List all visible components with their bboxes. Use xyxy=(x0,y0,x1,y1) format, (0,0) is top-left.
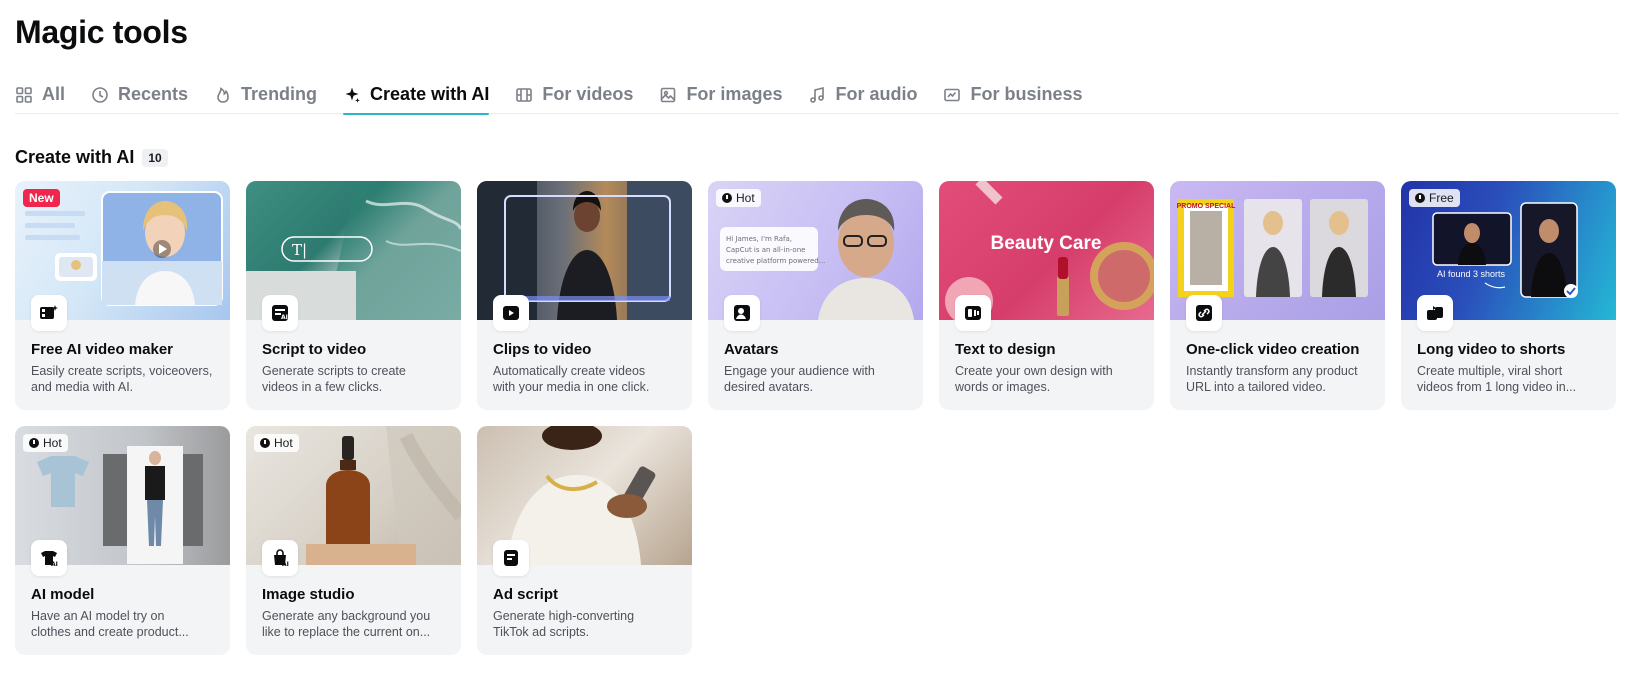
avatar-icon xyxy=(724,295,760,331)
tab-label: Recents xyxy=(118,84,189,104)
music-icon xyxy=(808,86,826,104)
svg-text:creative platform powered...: creative platform powered... xyxy=(726,257,825,265)
film-icon xyxy=(515,86,533,104)
tool-card-free-ai-video-maker[interactable]: New Free AI video maker Easily create sc… xyxy=(15,181,230,410)
tab-for-audio[interactable]: For audio xyxy=(808,76,917,113)
document-icon xyxy=(493,540,529,576)
text-design-icon xyxy=(955,295,991,331)
tab-label: For business xyxy=(970,84,1083,104)
sparkle-icon xyxy=(343,86,361,104)
grid-icon xyxy=(15,86,33,104)
section-title: Create with AI xyxy=(15,147,135,167)
tab-create-with-ai[interactable]: Create with AI xyxy=(343,76,490,115)
page-title: Magic tools xyxy=(15,14,188,50)
card-description: Create your own design with words or imag… xyxy=(955,364,1113,394)
hot-badge: Hot xyxy=(254,434,299,452)
flame-icon xyxy=(214,86,232,104)
card-title: AI model xyxy=(31,586,95,603)
shorts-icon xyxy=(1417,295,1453,331)
tab-trending[interactable]: Trending xyxy=(214,76,317,113)
tab-label: Create with AI xyxy=(370,84,490,104)
card-description: Generate scripts to create videos in a fe… xyxy=(262,364,406,394)
shirt-ai-icon: AI xyxy=(31,540,67,576)
svg-text:Beauty Care: Beauty Care xyxy=(991,233,1102,254)
svg-text:Hi James, I'm Rafa,: Hi James, I'm Rafa, xyxy=(726,235,792,243)
hot-badge: Hot xyxy=(716,189,761,207)
link-video-icon xyxy=(1186,295,1222,331)
card-description: Easily create scripts, voiceovers, and me… xyxy=(31,364,213,394)
clips-icon xyxy=(493,295,529,331)
tab-label: For images xyxy=(686,84,783,104)
tab-label: For audio xyxy=(835,84,918,104)
tab-recents[interactable]: Recents xyxy=(91,76,188,113)
card-description: Instantly transform any product URL into … xyxy=(1186,364,1358,394)
card-title: Clips to video xyxy=(493,341,592,358)
business-icon xyxy=(943,86,961,104)
svg-text:CapCut is an all-in-one: CapCut is an all-in-one xyxy=(726,246,805,254)
tab-for-videos[interactable]: For videos xyxy=(515,76,633,113)
tab-all[interactable]: All xyxy=(15,76,65,113)
svg-text:AI: AI xyxy=(281,314,288,321)
tool-card-clips-to-video[interactable]: Clips to video Automatically create vide… xyxy=(477,181,692,410)
clock-icon xyxy=(91,86,109,104)
svg-text:T|: T| xyxy=(292,241,307,259)
tool-card-image-studio[interactable]: Hot AI Image studio Generate any backgro… xyxy=(246,426,461,655)
card-title: Free AI video maker xyxy=(31,341,174,358)
script-ai-icon: AI xyxy=(262,295,298,331)
tool-card-script-to-video[interactable]: T| AI Script to video Generate scripts t… xyxy=(246,181,461,410)
card-title: Text to design xyxy=(955,341,1056,358)
tab-label: For videos xyxy=(542,84,634,104)
card-title: Ad script xyxy=(493,586,559,603)
hot-badge: Hot xyxy=(23,434,68,452)
card-description: Generate high-converting TikTok ad script… xyxy=(493,609,635,639)
card-title: Image studio xyxy=(262,586,355,603)
card-description: Have an AI model try on clothes and creat… xyxy=(31,609,189,639)
card-description: Create multiple, viral short videos from … xyxy=(1417,364,1577,394)
tool-card-ad-script[interactable]: Ad script Generate high-converting TikTok… xyxy=(477,426,692,655)
tab-label: Trending xyxy=(241,84,318,104)
card-description: Generate any background you like to repla… xyxy=(262,609,431,639)
video-magic-icon xyxy=(31,295,67,331)
card-description: Engage your audience with desired avatars… xyxy=(724,364,875,394)
tab-for-business[interactable]: For business xyxy=(943,76,1083,113)
tool-card-long-video-to-shorts[interactable]: AI found 3 shorts Free Long video to sho… xyxy=(1401,181,1616,410)
new-badge: New xyxy=(23,189,60,207)
tools-grid: New Free AI video maker Easily create sc… xyxy=(15,181,1619,655)
card-title: Long video to shorts xyxy=(1417,341,1566,358)
tab-for-images[interactable]: For images xyxy=(659,76,782,113)
free-badge: Free xyxy=(1409,189,1460,207)
bag-ai-icon: AI xyxy=(262,540,298,576)
svg-text:AI found 3 shorts: AI found 3 shorts xyxy=(1437,269,1506,279)
tool-card-ai-model[interactable]: Hot AI AI model Have an AI model try on c… xyxy=(15,426,230,655)
card-title: One-click video creation xyxy=(1186,341,1360,358)
svg-text:PROMO SPECIAL: PROMO SPECIAL xyxy=(1177,203,1236,210)
section-count-badge: 10 xyxy=(142,148,168,167)
card-title: Avatars xyxy=(724,341,779,358)
tab-label: All xyxy=(42,84,66,104)
svg-text:AI: AI xyxy=(282,561,289,568)
card-title: Script to video xyxy=(262,341,367,358)
tool-card-one-click-video-creation[interactable]: PROMO SPECIAL One-click video creation I… xyxy=(1170,181,1385,410)
card-description: Automatically create videos with your med… xyxy=(493,364,650,394)
svg-text:AI: AI xyxy=(51,561,58,568)
tool-card-avatars[interactable]: Hi James, I'm Rafa, CapCut is an all-in-… xyxy=(708,181,923,410)
tool-card-text-to-design[interactable]: Beauty Care Text to design Create your o… xyxy=(939,181,1154,410)
category-tabs: All Recents Trending Create with AI For … xyxy=(15,76,1619,115)
image-icon xyxy=(659,86,677,104)
section-header: Create with AI 10 xyxy=(15,147,168,168)
